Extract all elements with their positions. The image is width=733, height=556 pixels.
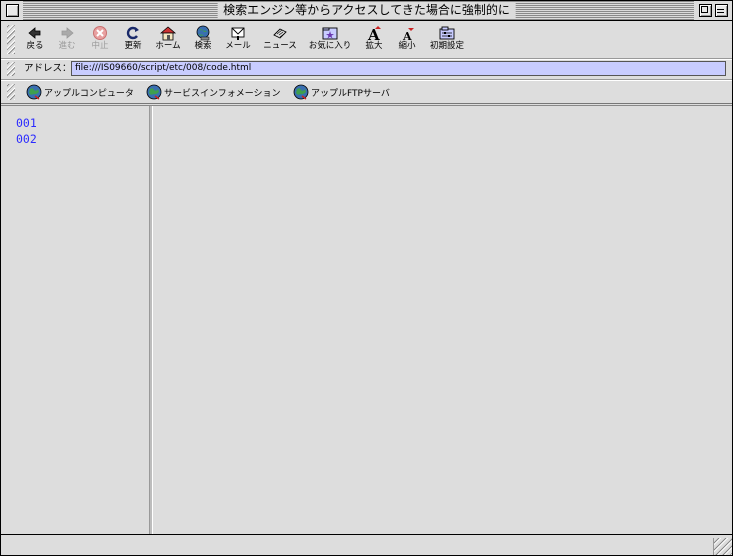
frame-divider[interactable] <box>150 106 153 535</box>
home-icon <box>159 26 177 41</box>
favorites-bar: アップルコンピュータ サービスインフォメーション アップルFTPサーバ <box>1 81 732 104</box>
status-bar <box>1 534 732 555</box>
svg-text:A: A <box>402 30 412 41</box>
close-box-icon[interactable] <box>6 4 19 17</box>
zoom-box-icon[interactable] <box>699 4 712 17</box>
news-button[interactable]: ニュース <box>263 25 297 52</box>
favorite-label: サービスインフォメーション <box>164 88 281 99</box>
news-button-label: ニュース <box>263 41 297 51</box>
favorite-label: アップルFTPサーバ <box>311 88 390 99</box>
mail-icon <box>231 27 245 40</box>
home-button[interactable]: ホーム <box>153 25 183 52</box>
right-frame <box>154 106 732 535</box>
resize-grip-icon[interactable] <box>713 538 732 555</box>
link-002[interactable]: 002 <box>16 132 37 147</box>
favorites-button[interactable]: お気に入り <box>309 25 351 52</box>
favorites-bar-grip-handle[interactable] <box>7 84 15 100</box>
globe-icon <box>146 84 162 100</box>
address-input[interactable] <box>71 61 726 76</box>
search-button[interactable]: 検索 <box>188 25 218 52</box>
stop-icon <box>93 26 107 40</box>
refresh-icon <box>126 26 139 40</box>
left-frame: 001 002 <box>6 106 150 535</box>
address-bar-grip-handle[interactable] <box>7 62 15 76</box>
preferences-button-label: 初期設定 <box>429 41 464 51</box>
favorite-service-information[interactable]: サービスインフォメーション <box>146 84 281 100</box>
address-bar: アドレス： <box>1 59 732 80</box>
window-title: 検索エンジン等からアクセスしてきた場合に強制的に <box>217 3 516 18</box>
favorite-label: アップルコンピュータ <box>44 88 134 99</box>
browser-window: 検索エンジン等からアクセスしてきた場合に強制的に 戻る 進む 中止 更新 ホーム… <box>0 0 733 556</box>
text-larger-icon: A <box>367 26 381 41</box>
search-globe-icon <box>196 25 210 41</box>
favorite-apple-ftp-server[interactable]: アップルFTPサーバ <box>293 84 390 100</box>
link-001[interactable]: 001 <box>16 116 37 131</box>
preferences-button[interactable]: 初期設定 <box>430 25 464 52</box>
title-bar[interactable]: 検索エンジン等からアクセスしてきた場合に強制的に <box>1 1 732 21</box>
refresh-button[interactable]: 更新 <box>118 25 148 52</box>
mail-button-label: メール <box>225 41 251 51</box>
favorites-icon <box>322 27 338 40</box>
globe-icon <box>293 84 309 100</box>
content-area: 001 002 <box>1 105 732 535</box>
favorite-apple-computer[interactable]: アップルコンピュータ <box>26 84 134 100</box>
favorites-button-label: お気に入り <box>308 41 352 51</box>
forward-arrow-icon <box>61 27 74 39</box>
mail-button[interactable]: メール <box>223 25 253 52</box>
news-icon <box>273 28 287 39</box>
back-arrow-icon <box>28 27 41 39</box>
text-smaller-icon: A <box>402 28 414 41</box>
address-label: アドレス： <box>24 63 72 74</box>
preferences-icon <box>439 26 455 40</box>
collapse-box-icon[interactable] <box>715 4 728 17</box>
button-toolbar: 戻る 進む 中止 更新 ホーム 検索 メール ニュース お気に入り A 拡大 A… <box>1 21 732 59</box>
text-smaller-button[interactable]: A 縮小 <box>392 25 422 52</box>
globe-icon <box>26 84 42 100</box>
